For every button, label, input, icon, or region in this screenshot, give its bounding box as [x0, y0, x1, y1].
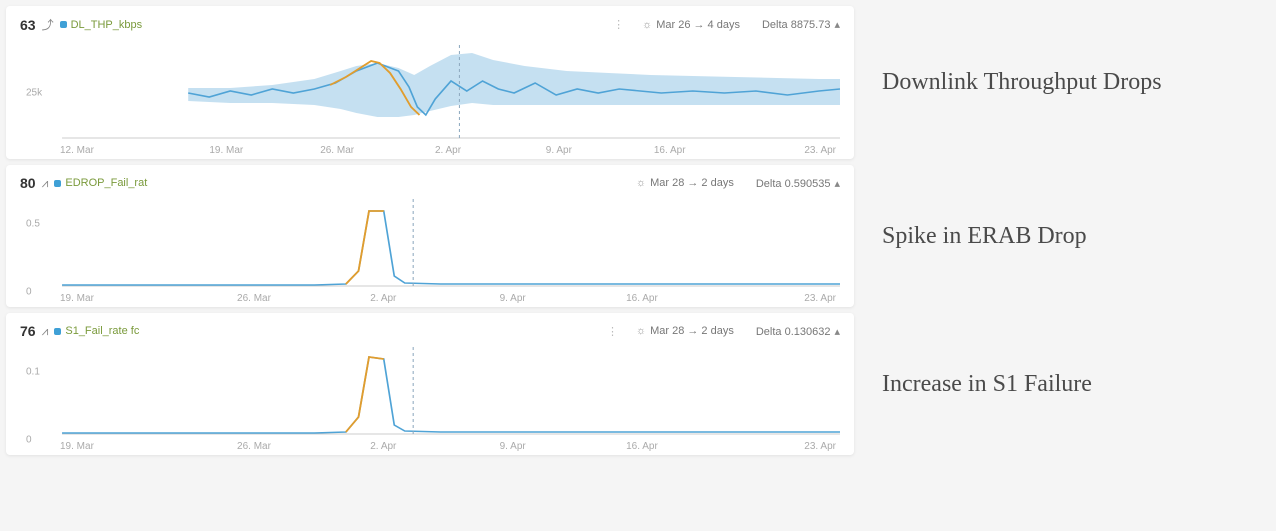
trend-icon: ⩘: [42, 176, 49, 191]
row-title: Increase in S1 Failure: [882, 371, 1092, 398]
score-badge: 76: [20, 323, 36, 339]
x-ticks: 19. Mar 26. Mar 2. Apr 9. Apr 16. Apr 23…: [20, 439, 840, 452]
trend-icon: ⤴: [42, 16, 54, 33]
chart-card-3[interactable]: 76 ⩘ S1_Fail_rate fc ⋮ ☼Mar 28 → 2 days …: [6, 313, 854, 455]
metric-name: DL_THP_kbps: [71, 19, 143, 31]
label-col-2: Spike in ERAB Drop: [854, 165, 1276, 307]
card-header: 63 ⤴ DL_THP_kbps ⋮ ☼Mar 26 → 4 days Delt…: [20, 16, 840, 33]
metric-row-1: 63 ⤴ DL_THP_kbps ⋮ ☼Mar 26 → 4 days Delt…: [0, 6, 1276, 159]
x-ticks: 12. Mar 19. Mar 26. Mar 2. Apr 9. Apr 16…: [20, 143, 840, 156]
date-range: ☼Mar 26 → 4 days: [642, 19, 740, 31]
card-header: 80 ⩘ EDROP_Fail_rat ☼Mar 28 → 2 days Del…: [20, 175, 840, 191]
x-ticks: 19. Mar 26. Mar 2. Apr 9. Apr 16. Apr 23…: [20, 291, 840, 304]
y-tick: 0: [26, 435, 32, 446]
metric-name: EDROP_Fail_rat: [65, 177, 147, 189]
chart-area-1: 25k 12. Mar 19. Mar 26. Mar 2. Apr: [20, 33, 840, 153]
chart-card-1[interactable]: 63 ⤴ DL_THP_kbps ⋮ ☼Mar 26 → 4 days Delt…: [6, 6, 854, 159]
caret-up-icon: ▴: [834, 178, 840, 190]
score-badge: 63: [20, 17, 36, 33]
ellipsis-icon[interactable]: ⋮: [607, 325, 620, 338]
caret-up-icon: ▴: [834, 326, 840, 338]
chart-area-3: 0.1 0 19. Mar 26. Mar 2. Apr 9. Apr 16. …: [20, 339, 840, 449]
label-col-1: Downlink Throughput Drops: [854, 6, 1276, 159]
delta-value: Delta 0.590535▴: [756, 177, 840, 190]
row-title: Downlink Throughput Drops: [882, 69, 1162, 96]
y-tick: 0: [26, 287, 32, 298]
label-col-3: Increase in S1 Failure: [854, 313, 1276, 455]
date-range: ☼Mar 28 → 2 days: [636, 177, 734, 189]
caret-up-icon: ▴: [834, 19, 840, 31]
row-title: Spike in ERAB Drop: [882, 223, 1087, 250]
series-color-dot: [60, 21, 67, 28]
metric-row-3: 76 ⩘ S1_Fail_rate fc ⋮ ☼Mar 28 → 2 days …: [0, 313, 1276, 455]
card-header: 76 ⩘ S1_Fail_rate fc ⋮ ☼Mar 28 → 2 days …: [20, 323, 840, 339]
date-range: ☼Mar 28 → 2 days: [636, 325, 734, 337]
ellipsis-icon[interactable]: ⋮: [613, 18, 626, 31]
score-badge: 80: [20, 175, 36, 191]
chart-card-2[interactable]: 80 ⩘ EDROP_Fail_rat ☼Mar 28 → 2 days Del…: [6, 165, 854, 307]
calendar-icon: ☼: [642, 19, 652, 31]
y-tick: 0.1: [26, 367, 40, 378]
y-tick: 25k: [26, 88, 42, 99]
calendar-icon: ☼: [636, 177, 646, 189]
delta-value: Delta 0.130632▴: [756, 325, 840, 338]
chart-area-2: 0.5 0 19. Mar 26. Mar 2. Apr 9. Apr 16. …: [20, 191, 840, 301]
y-tick: 0.5: [26, 219, 40, 230]
metric-name: S1_Fail_rate fc: [65, 325, 139, 337]
series-color-dot: [54, 328, 61, 335]
metric-row-2: 80 ⩘ EDROP_Fail_rat ☼Mar 28 → 2 days Del…: [0, 165, 1276, 307]
dashboard-page: 63 ⤴ DL_THP_kbps ⋮ ☼Mar 26 → 4 days Delt…: [0, 0, 1276, 531]
delta-value: Delta 8875.73▴: [762, 18, 840, 31]
trend-icon: ⩘: [42, 324, 49, 339]
calendar-icon: ☼: [636, 325, 646, 337]
series-color-dot: [54, 180, 61, 187]
